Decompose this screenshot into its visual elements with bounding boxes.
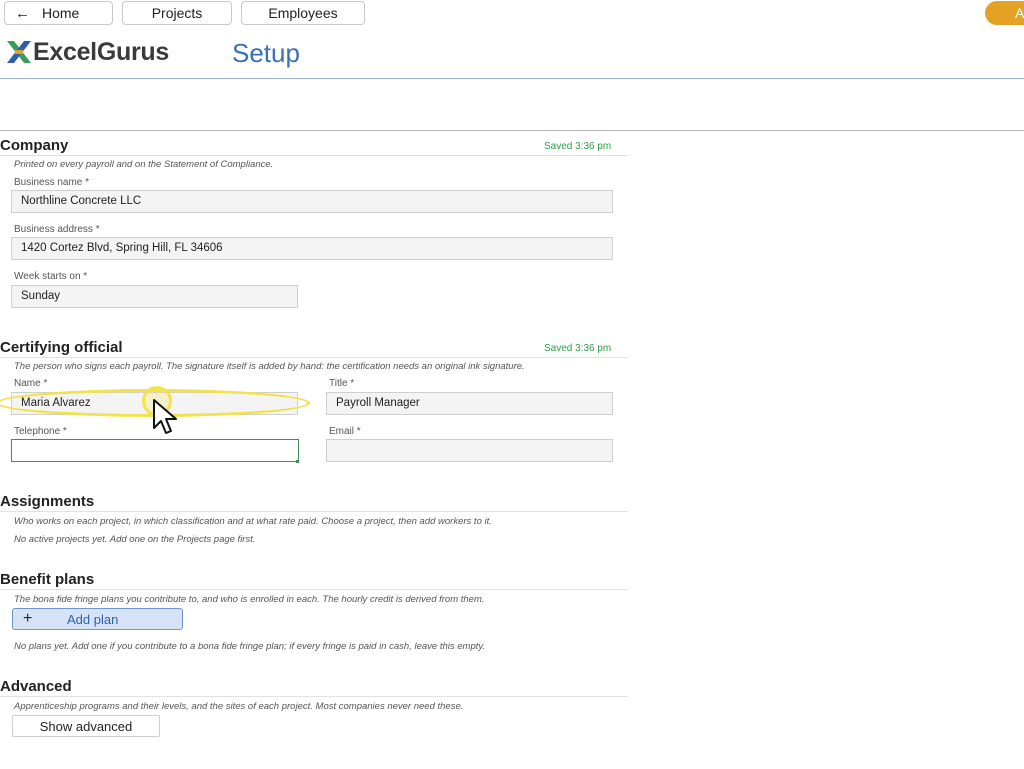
show-advanced-button[interactable]: Show advanced <box>12 715 160 737</box>
show-advanced-label: Show advanced <box>39 718 133 734</box>
logo: ExcelGurus <box>6 38 169 66</box>
official-description: The person who signs each payroll. The s… <box>14 361 525 372</box>
employees-button[interactable]: Employees <box>241 1 365 25</box>
company-description: Printed on every payroll and on the Stat… <box>14 159 274 170</box>
mouse-pointer-icon <box>153 399 177 434</box>
page-title: Setup <box>232 38 300 68</box>
assignments-empty-message: No active projects yet. Add one on the P… <box>14 534 256 545</box>
plus-icon: + <box>23 610 33 627</box>
official-saved-status: Saved 3:36 pm <box>544 343 612 354</box>
official-section-title: Certifying official <box>0 339 123 356</box>
header-divider <box>0 78 1024 79</box>
employees-label: Employees <box>268 5 338 21</box>
benefits-section-rule <box>0 589 628 590</box>
home-button[interactable]: ← Home <box>4 1 113 25</box>
toolbar-divider <box>0 130 1024 131</box>
excelgurus-logo-icon <box>7 41 31 63</box>
company-saved-status: Saved 3:36 pm <box>544 141 612 152</box>
week-starts-label: Week starts on * <box>14 271 88 282</box>
official-title-label: Title * <box>329 378 355 389</box>
telephone-label: Telephone * <box>14 426 67 437</box>
add-plan-button[interactable]: + Add plan <box>12 608 183 630</box>
official-title-input[interactable]: Payroll Manager <box>326 392 613 415</box>
official-name-label: Name * <box>14 378 48 389</box>
benefits-section-title: Benefit plans <box>0 571 95 588</box>
advanced-section-title: Advanced <box>0 678 72 695</box>
assignments-section-title: Assignments <box>0 493 95 510</box>
projects-button[interactable]: Projects <box>122 1 232 25</box>
email-label: Email * <box>329 426 361 437</box>
business-address-input[interactable]: 1420 Cortez Blvd, Spring Hill, FL 34606 <box>11 237 613 260</box>
business-address-label: Business address * <box>14 224 100 235</box>
focus-indicator <box>296 460 299 463</box>
benefits-empty-message: No plans yet. Add one if you contribute … <box>14 641 486 652</box>
arrow-left-icon: ← <box>15 4 30 22</box>
business-name-input[interactable]: Northline Concrete LLC <box>11 190 613 213</box>
assignments-section-rule <box>0 511 628 512</box>
account-pill-button[interactable]: A <box>985 1 1024 25</box>
email-input[interactable] <box>326 439 613 462</box>
assignments-description: Who works on each project, in which clas… <box>14 516 492 527</box>
advanced-section-rule <box>0 696 628 697</box>
projects-label: Projects <box>151 5 203 21</box>
account-pill-label: A <box>1015 5 1024 21</box>
company-section-title: Company <box>0 137 69 154</box>
telephone-input[interactable] <box>11 439 299 462</box>
add-plan-label: Add plan <box>67 611 119 627</box>
week-starts-select[interactable]: Sunday <box>11 285 298 308</box>
business-name-label: Business name * <box>14 177 90 188</box>
advanced-description: Apprenticeship programs and their levels… <box>14 701 464 712</box>
benefits-description: The bona fide fringe plans you contribut… <box>14 594 485 605</box>
logo-text: ExcelGurus <box>33 37 169 66</box>
home-label: Home <box>42 5 80 21</box>
company-section-rule <box>0 155 628 156</box>
official-section-rule <box>0 357 628 358</box>
